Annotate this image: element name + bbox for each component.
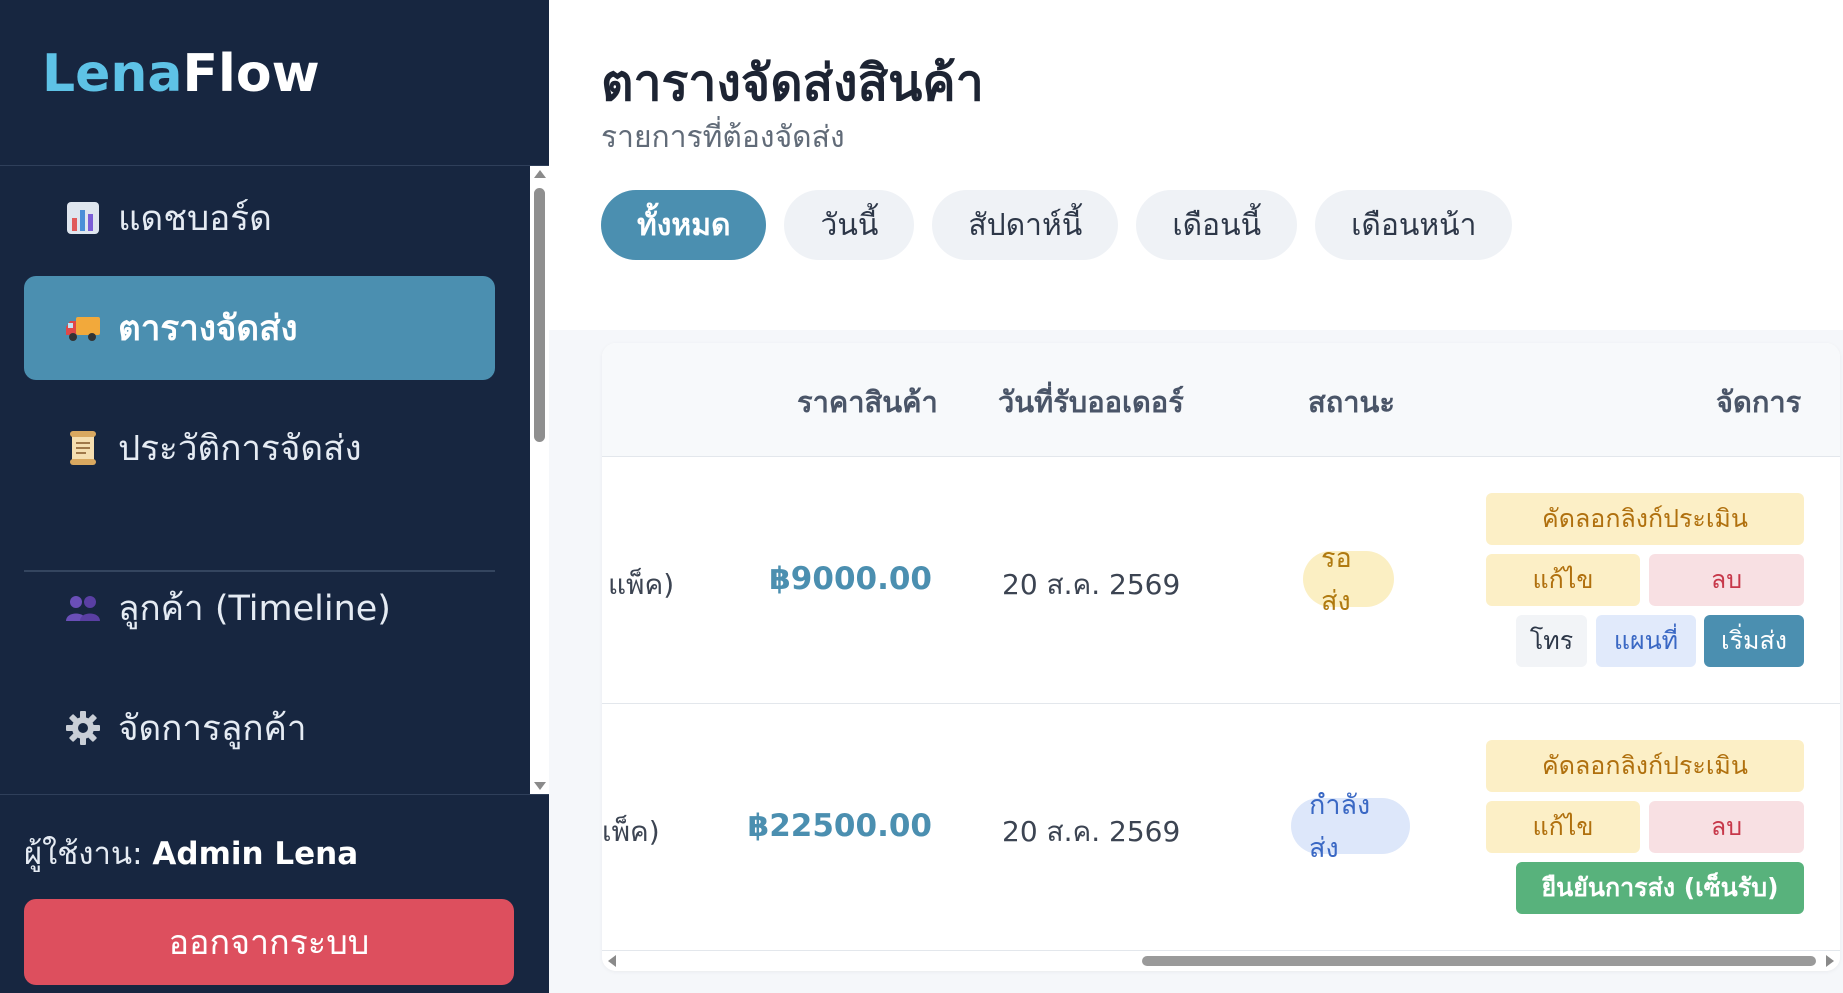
sidebar-item-customer-timeline[interactable]: ลูกค้า (Timeline) — [24, 556, 495, 660]
price: ฿9000.00 — [769, 561, 932, 597]
filter-tabs: ทั้งหมด วันนี้ สัปดาห์นี้ เดือนนี้ เดือน… — [601, 190, 1513, 260]
page-subtitle: รายการที่ต้องจัดส่ง — [601, 120, 845, 155]
price: ฿22500.00 — [747, 808, 932, 844]
truck-icon — [64, 309, 102, 347]
scroll-right-arrow-icon[interactable] — [1826, 955, 1834, 967]
scrollbar-thumb[interactable] — [534, 188, 545, 442]
column-order-date: วันที่รับออเดอร์ — [998, 385, 1184, 419]
sidebar-item-label: จัดการลูกค้า — [118, 708, 307, 749]
order-date: 20 ส.ค. 2569 — [1002, 815, 1181, 848]
sidebar-item-label: แดชบอร์ด — [118, 198, 272, 239]
delete-button[interactable]: ลบ — [1649, 801, 1804, 853]
user-divider — [0, 794, 549, 795]
table-row: เพ็ค) ฿22500.00 20 ส.ค. 2569 กำลังส่ง คั… — [602, 704, 1840, 951]
filter-next-month[interactable]: เดือนหน้า — [1315, 190, 1513, 260]
filter-all[interactable]: ทั้งหมด — [601, 190, 767, 260]
delete-button[interactable]: ลบ — [1649, 554, 1804, 606]
brand-part-2: Flow — [182, 44, 320, 104]
scroll-icon — [64, 429, 102, 467]
filter-this-week[interactable]: สัปดาห์นี้ — [932, 190, 1119, 260]
column-price: ราคาสินค้า — [797, 385, 938, 419]
page-header: ตารางจัดส่งสินค้า รายการที่ต้องจัดส่ง ทั… — [549, 0, 1843, 330]
confirm-delivery-button[interactable]: ยืนยันการส่ง (เซ็นรับ) — [1516, 862, 1804, 914]
logout-button[interactable]: ออกจากระบบ — [24, 899, 514, 985]
page-title: ตารางจัดส่งสินค้า — [601, 54, 984, 112]
delivery-table: ราคาสินค้า วันที่รับออเดอร์ สถานะ จัดการ… — [602, 343, 1840, 971]
start-delivery-button[interactable]: เริ่มส่ง — [1704, 615, 1804, 667]
column-actions: จัดการ — [1716, 385, 1802, 419]
sidebar-item-delivery-schedule[interactable]: ตารางจัดส่ง — [24, 276, 495, 380]
gear-icon — [64, 709, 102, 747]
edit-button[interactable]: แก้ไข — [1486, 554, 1640, 606]
scroll-down-arrow-icon[interactable] — [534, 782, 546, 790]
scroll-up-arrow-icon[interactable] — [534, 170, 546, 178]
sidebar-item-label: ตารางจัดส่ง — [118, 308, 298, 349]
filter-today[interactable]: วันนี้ — [784, 190, 915, 260]
current-user: ผู้ใช้งาน: Admin Lena — [24, 828, 358, 878]
table-header: ราคาสินค้า วันที่รับออเดอร์ สถานะ จัดการ — [602, 343, 1840, 457]
copy-eval-link-button[interactable]: คัดลอกลิงก์ประเมิน — [1486, 740, 1804, 792]
product-name: แพ็ค) — [608, 568, 675, 601]
copy-eval-link-button[interactable]: คัดลอกลิงก์ประเมิน — [1486, 493, 1804, 545]
sidebar: LenaFlow แดชบอร์ด ตารางจัดส่ง ประวัติการ… — [0, 0, 549, 993]
user-name: Admin Lena — [152, 836, 359, 872]
edit-button[interactable]: แก้ไข — [1486, 801, 1640, 853]
status-badge: กำลังส่ง — [1291, 790, 1410, 864]
table-row: แพ็ค) ฿9000.00 20 ส.ค. 2569 รอส่ง คัดลอก… — [602, 457, 1840, 704]
sidebar-item-label: ลูกค้า (Timeline) — [118, 588, 391, 629]
users-icon — [64, 589, 102, 627]
sidebar-scrollbar[interactable] — [530, 166, 549, 794]
sidebar-item-manage-customers[interactable]: จัดการลูกค้า — [24, 676, 495, 780]
product-name: เพ็ค) — [602, 815, 660, 848]
sidebar-item-delivery-history[interactable]: ประวัติการจัดส่ง — [24, 396, 495, 500]
chart-icon — [64, 199, 102, 237]
status-badge: รอส่ง — [1303, 543, 1394, 617]
order-date: 20 ส.ค. 2569 — [1002, 568, 1181, 601]
table-horizontal-scrollbar[interactable] — [602, 951, 1840, 971]
filter-this-month[interactable]: เดือนนี้ — [1136, 190, 1298, 260]
call-button[interactable]: โทร — [1516, 615, 1587, 667]
sidebar-nav: แดชบอร์ด ตารางจัดส่ง ประวัติการจัดส่ง ลู… — [0, 166, 549, 794]
column-status: สถานะ — [1308, 385, 1395, 419]
brand-logo[interactable]: LenaFlow — [42, 44, 320, 104]
horizontal-scrollbar-thumb[interactable] — [1142, 956, 1816, 966]
user-prefix: ผู้ใช้งาน: — [24, 836, 143, 872]
sidebar-item-label: ประวัติการจัดส่ง — [118, 428, 362, 469]
brand-part-1: Lena — [42, 44, 183, 104]
scroll-left-arrow-icon[interactable] — [608, 955, 616, 967]
map-button[interactable]: แผนที่ — [1596, 615, 1696, 667]
sidebar-item-dashboard[interactable]: แดชบอร์ด — [24, 166, 495, 270]
